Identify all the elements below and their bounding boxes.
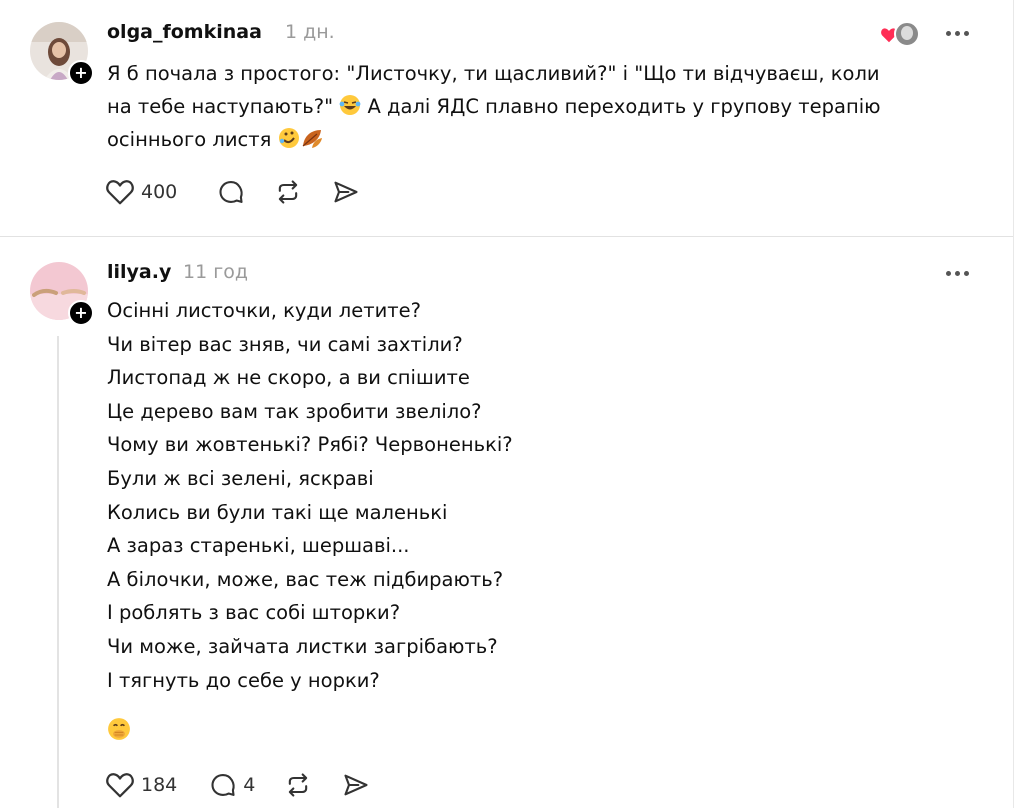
fallen-leaf-emoji-icon bbox=[302, 130, 322, 148]
scroll-edge bbox=[1013, 0, 1024, 808]
poem-text: Осінні листочки, куди летите? Чи вітер в… bbox=[107, 294, 513, 697]
send-icon bbox=[334, 181, 358, 203]
poem-line: Колись ви були такі ще маленькі bbox=[107, 500, 448, 524]
timestamp: 11 год bbox=[183, 261, 248, 283]
poem-line: І тягнуть до себе у норки? bbox=[107, 668, 380, 692]
poem-line: А зараз старенькі, шершаві... bbox=[107, 534, 410, 558]
poem-line: А білочки, може, вас теж підбирають? bbox=[107, 567, 504, 591]
post-lilya: + lilya.y 11 год Осінні листочки, куди л… bbox=[0, 237, 1014, 808]
poem-line: Чи вітер вас зняв, чи самі захтіли? bbox=[107, 332, 463, 356]
post-text-line: Я б почала з простого: "Листочку, ти щас… bbox=[107, 62, 880, 85]
like-count: 184 bbox=[141, 774, 178, 796]
reply-count: 4 bbox=[243, 774, 256, 796]
post-text-line: осіннього листя bbox=[107, 128, 272, 151]
follow-plus-icon[interactable]: + bbox=[68, 60, 94, 86]
post-actions: 184 4 bbox=[105, 771, 399, 799]
post-text: Я б почала з простого: "Листочку, ти щас… bbox=[107, 57, 881, 156]
poem-line: Були ж всі зелені, яскраві bbox=[107, 466, 374, 490]
more-options-icon[interactable] bbox=[946, 271, 969, 276]
rofl-emoji-icon bbox=[278, 128, 299, 148]
share-button[interactable] bbox=[341, 771, 371, 799]
repost-button[interactable] bbox=[273, 178, 303, 206]
like-count: 400 bbox=[141, 181, 178, 203]
username[interactable]: lilya.y bbox=[107, 261, 171, 283]
comment-icon bbox=[219, 181, 243, 203]
reply-button[interactable]: 4 bbox=[209, 771, 255, 799]
send-icon bbox=[344, 774, 368, 796]
post-text-line: А далі ЯДС плавно переходить у групову т… bbox=[367, 95, 881, 118]
more-options-icon[interactable] bbox=[946, 31, 969, 36]
username[interactable]: olga_fomkinaa bbox=[107, 21, 262, 43]
poem-line: Це дерево вам так зробити звеліло? bbox=[107, 399, 482, 423]
avatar[interactable]: + bbox=[30, 262, 94, 326]
post-text-line: на тебе наступають?" bbox=[107, 95, 334, 118]
post-actions: 400 bbox=[105, 178, 389, 206]
liked-by-avatars[interactable] bbox=[880, 21, 920, 47]
repost-icon bbox=[289, 773, 308, 797]
comment-icon bbox=[211, 774, 235, 796]
post-olga: + olga_fomkinaa 1 дн. Я б почала з прост… bbox=[0, 0, 1014, 236]
follow-plus-icon[interactable]: + bbox=[68, 300, 94, 326]
poem-line: Чому ви жовтенькі? Рябі? Червоненькі? bbox=[107, 433, 513, 457]
poem-line: Листопад ж не скоро, а ви спішите bbox=[107, 366, 470, 390]
mini-avatar bbox=[894, 21, 920, 47]
poem-line: І роблять з вас собі шторки? bbox=[107, 601, 401, 625]
laughing-tears-emoji-icon bbox=[339, 95, 361, 115]
like-button[interactable]: 400 bbox=[105, 178, 177, 206]
hand-over-mouth-emoji-icon bbox=[108, 718, 130, 740]
heart-icon bbox=[106, 180, 134, 205]
heart-icon bbox=[106, 773, 134, 798]
timestamp: 1 дн. bbox=[285, 21, 335, 43]
repost-icon bbox=[279, 180, 298, 204]
reply-button[interactable] bbox=[217, 178, 245, 206]
like-button[interactable]: 184 bbox=[105, 771, 177, 799]
poem-line: Осінні листочки, куди летите? bbox=[107, 299, 421, 322]
avatar[interactable]: + bbox=[30, 22, 94, 86]
share-button[interactable] bbox=[331, 178, 361, 206]
repost-button[interactable] bbox=[283, 771, 313, 799]
poem-line: Чи може, зайчата листки загрібають? bbox=[107, 634, 498, 658]
